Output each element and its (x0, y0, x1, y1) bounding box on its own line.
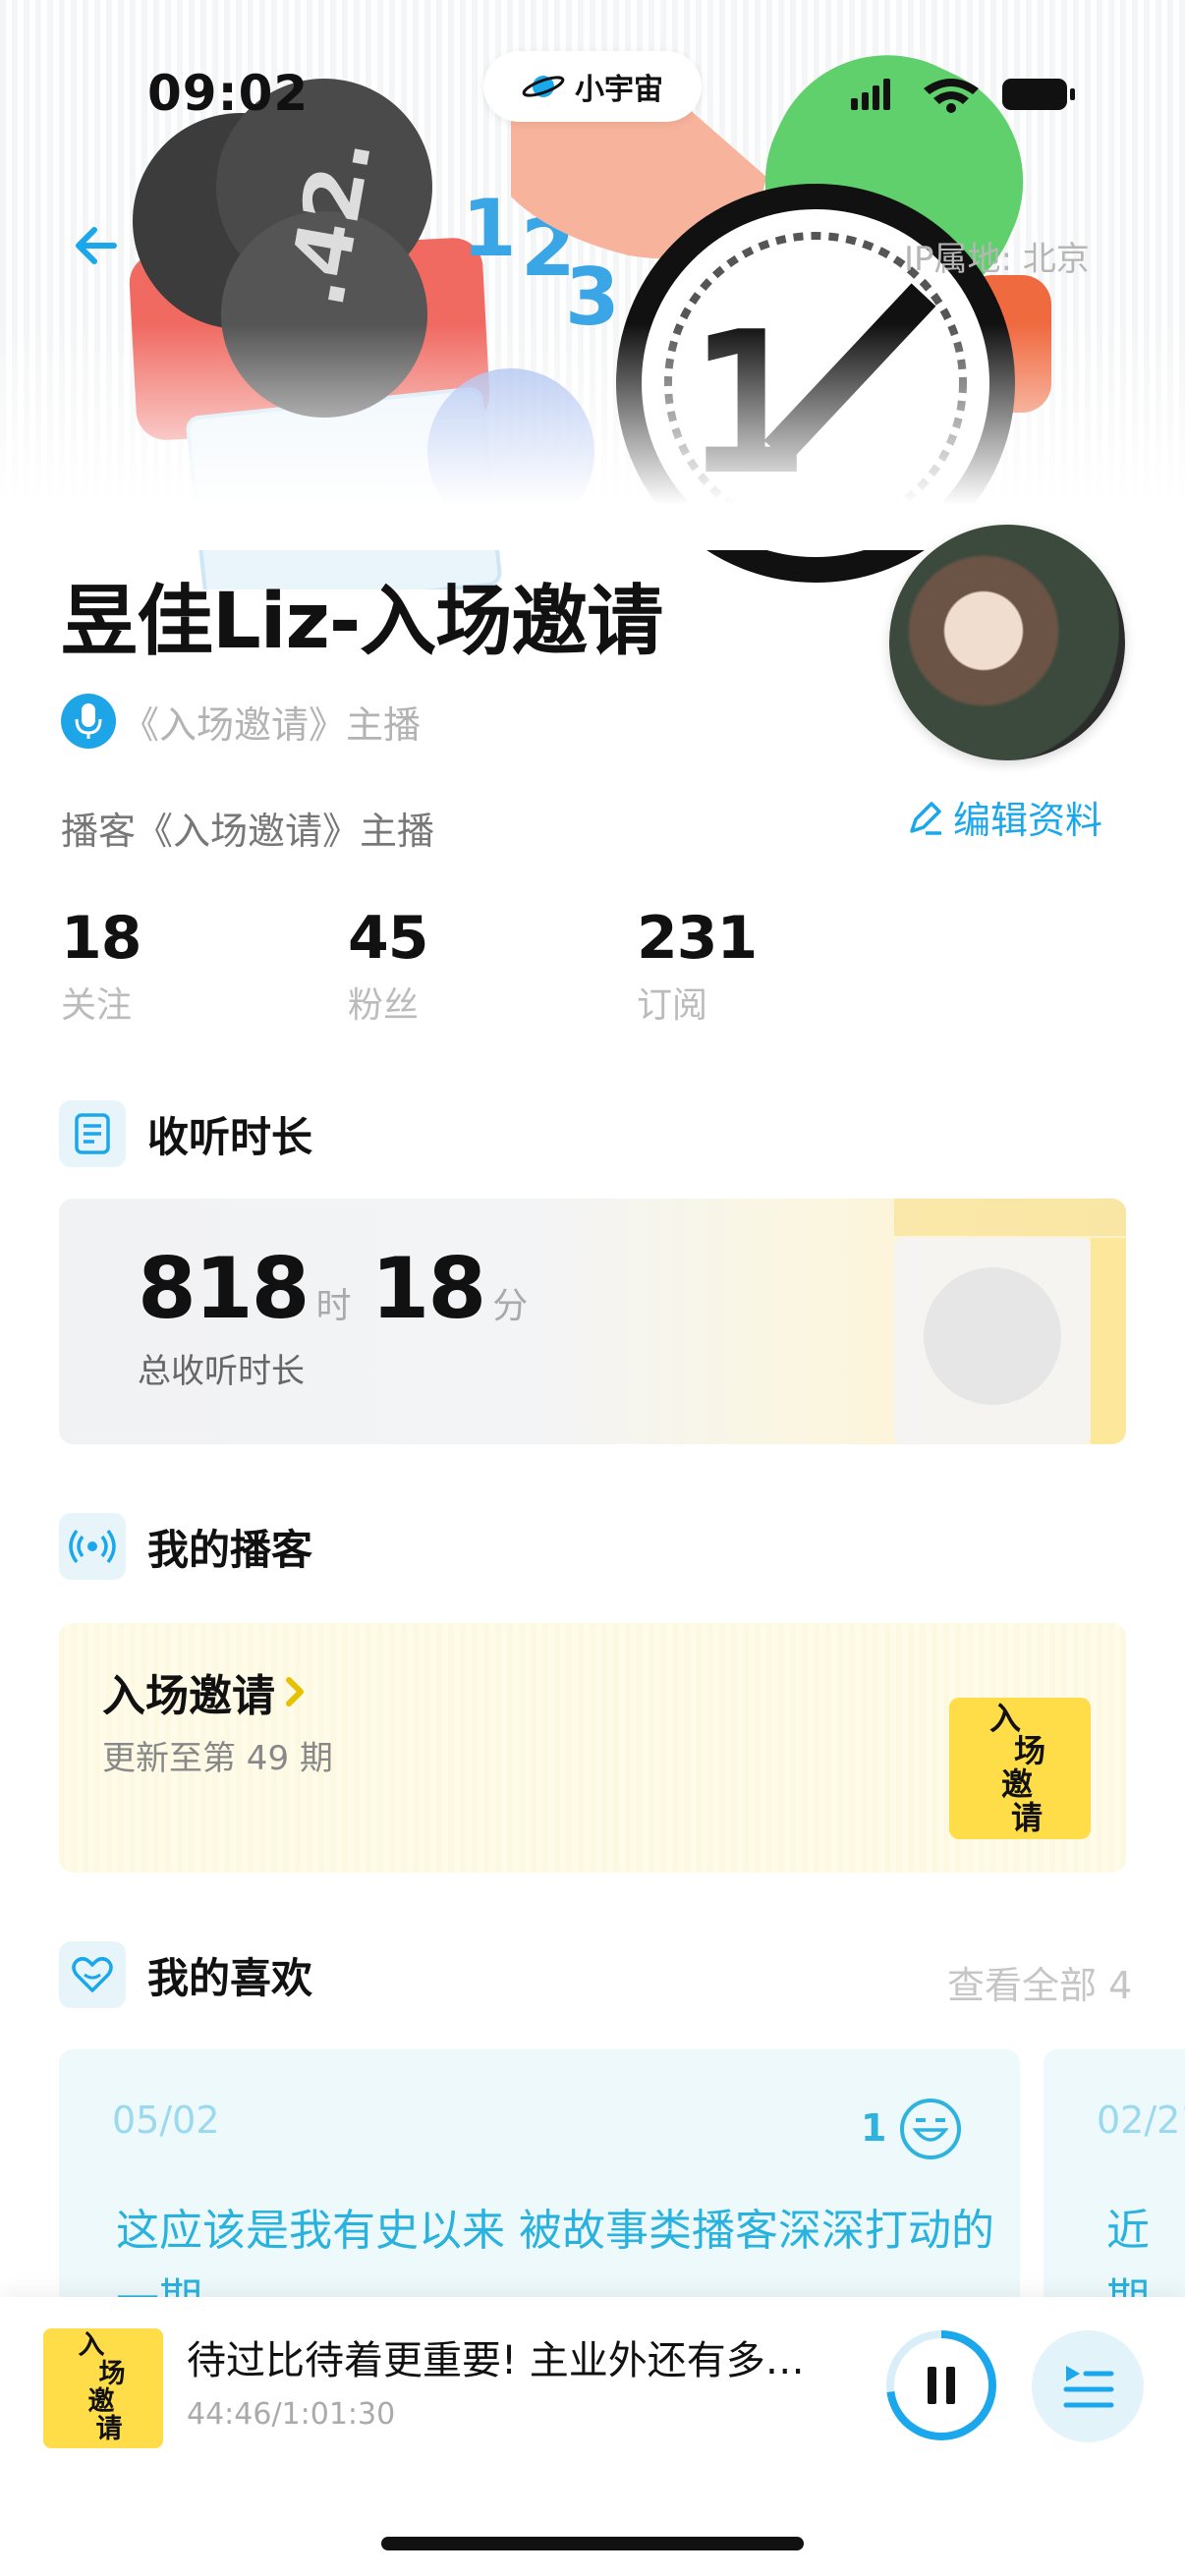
microphone-icon (61, 694, 116, 749)
host-role-label: 《入场邀请》主播 (122, 702, 422, 747)
cover-char: 场 (98, 2358, 126, 2389)
section-my-likes-title: 我的喜欢 (147, 1953, 313, 2002)
smile-face-icon (900, 2099, 961, 2159)
document-icon (59, 1100, 126, 1167)
stat-value: 45 (348, 904, 428, 973)
section-my-podcast: 我的播客 (59, 1513, 312, 1580)
status-time: 09:02 (147, 65, 310, 122)
section-listening-title: 收听时长 (147, 1112, 313, 1161)
section-my-likes: 我的喜欢 (59, 1941, 312, 2008)
avatar[interactable] (889, 525, 1125, 760)
battery-icon (1002, 79, 1075, 110)
section-listening: 收听时长 (59, 1100, 312, 1167)
header-fade (0, 324, 1185, 550)
host-role[interactable]: 《入场邀请》主播 (61, 694, 421, 749)
cover-char: 邀 (87, 2386, 115, 2417)
stat-followers[interactable]: 45 粉丝 (348, 904, 428, 1028)
stat-subscriptions[interactable]: 231 订阅 (637, 904, 758, 1028)
pause-button[interactable] (886, 2330, 996, 2440)
signal-icon (851, 79, 890, 110)
profile-name: 昱佳Liz-入场邀请 (61, 578, 663, 666)
wifi-icon (924, 79, 979, 113)
like-date: 05/02 (112, 2099, 220, 2142)
listening-hours-unit: 时 (315, 1286, 352, 1326)
edit-profile-label: 编辑资料 (953, 799, 1103, 842)
app-pill: 小宇宙 (483, 51, 702, 122)
stat-label: 关注 (61, 985, 133, 1026)
listening-minutes-unit: 分 (492, 1286, 529, 1326)
like-date: 02/21 (1097, 2099, 1185, 2142)
cover-char: 场 (1013, 1732, 1045, 1770)
stat-value: 231 (637, 904, 758, 973)
listening-hours: 818 (138, 1240, 310, 1338)
listening-minutes: 18 (370, 1240, 487, 1338)
podcast-cover[interactable]: 入 场 邀 请 (949, 1698, 1091, 1839)
pause-icon (894, 2338, 988, 2433)
player-episode-title[interactable]: 待过比待着更重要! 主业外还有多重… (187, 2328, 825, 2385)
listening-label: 总收听时长 (138, 1352, 305, 1391)
listening-total: 818 时 18 分 (138, 1240, 539, 1338)
chevron-right-icon (286, 1677, 304, 1707)
cover-char: 请 (95, 2414, 123, 2445)
playlist-icon (1063, 2366, 1114, 2408)
ip-location: IP属地: 北京 (904, 240, 1090, 279)
stat-following[interactable]: 18 关注 (61, 904, 141, 1028)
broadcast-icon (59, 1513, 126, 1580)
planet-icon (522, 76, 565, 97)
player-time: 44:46/1:01:30 (187, 2397, 396, 2432)
stat-value: 18 (61, 904, 141, 973)
cover-char: 入 (988, 1699, 1021, 1737)
stat-label: 订阅 (637, 985, 708, 1026)
stat-label: 粉丝 (348, 985, 420, 1026)
section-my-podcast-title: 我的播客 (147, 1525, 313, 1574)
like-count: 1 (861, 2106, 887, 2150)
svg-text:1: 1 (462, 183, 517, 274)
listening-card-decoration (894, 1199, 1126, 1444)
edit-pencil-icon (910, 801, 941, 835)
cover-char: 邀 (1000, 1765, 1033, 1803)
app-pill-label: 小宇宙 (575, 73, 663, 107)
player-cover[interactable]: 入 场 邀 请 (43, 2328, 163, 2448)
home-indicator (381, 2537, 804, 2550)
podcast-title-label: 入场邀请 (102, 1671, 275, 1721)
playlist-button[interactable] (1032, 2330, 1144, 2442)
cover-char: 请 (1010, 1798, 1043, 1836)
back-arrow-icon[interactable] (67, 216, 126, 275)
podcast-title[interactable]: 入场邀请 (102, 1660, 310, 1723)
heart-icon (59, 1941, 126, 2008)
edit-profile-button[interactable]: 编辑资料 (906, 790, 1102, 844)
status-icons (851, 79, 1075, 113)
podcast-update-status: 更新至第 49 期 (102, 1739, 333, 1778)
profile-bio: 播客《入场邀请》主播 (61, 810, 435, 853)
cover-char: 入 (78, 2330, 105, 2362)
view-all-likes-link[interactable]: 查看全部 4 (947, 1955, 1132, 2009)
